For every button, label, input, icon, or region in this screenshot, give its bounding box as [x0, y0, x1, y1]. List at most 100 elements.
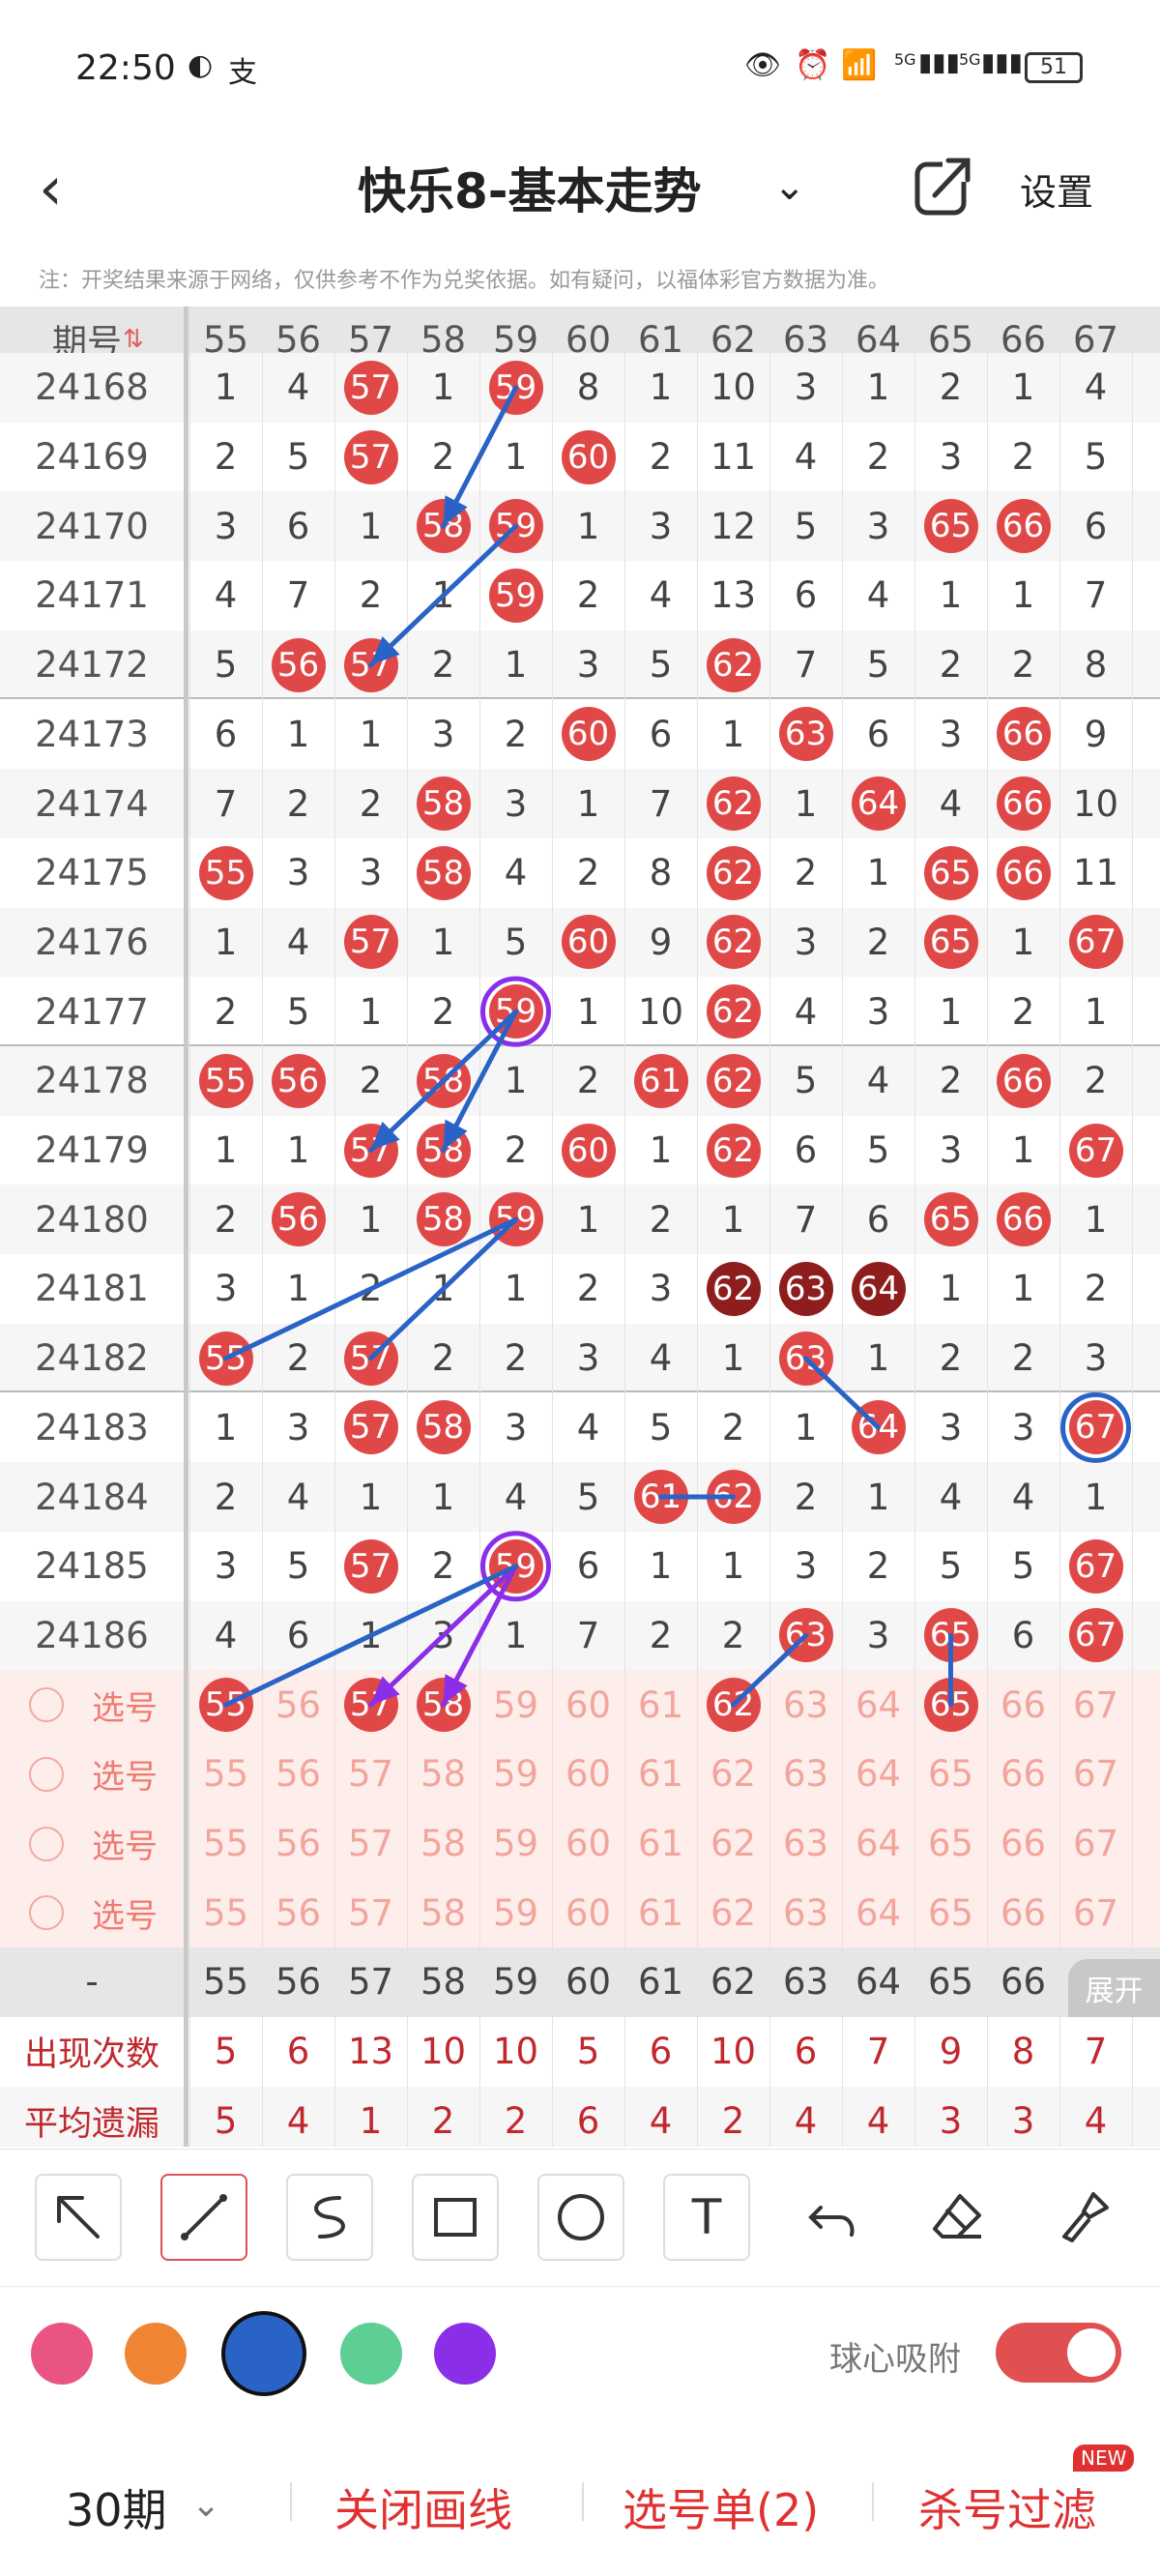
selectable-number[interactable]: 65 — [914, 1809, 987, 1879]
hit-ball[interactable]: 57 — [343, 360, 398, 415]
select-radio[interactable] — [29, 1687, 64, 1723]
page-title[interactable]: 快乐8-基本走势 — [358, 153, 702, 222]
hit-ball[interactable]: 56 — [271, 1053, 326, 1108]
select-label[interactable]: 选号 — [81, 1670, 168, 1740]
selectable-number[interactable]: 61 — [624, 1740, 697, 1809]
select-label[interactable]: 选号 — [81, 1740, 168, 1809]
back-button[interactable]: ‹ — [39, 155, 87, 222]
hit-ball[interactable]: 59 — [488, 984, 543, 1039]
hit-ball[interactable]: 62 — [706, 637, 761, 692]
hit-ball[interactable]: 63 — [778, 1608, 833, 1663]
selectable-number[interactable]: 67 — [1059, 1670, 1132, 1740]
color-swatch-orange[interactable] — [125, 2323, 187, 2385]
hit-ball[interactable]: 57 — [343, 429, 398, 484]
selectable-number[interactable]: 64 — [842, 1740, 914, 1809]
selectable-number[interactable]: 62 — [697, 1878, 769, 1947]
hit-ball[interactable]: 63 — [778, 707, 833, 762]
hit-ball[interactable]: 62 — [706, 776, 761, 832]
color-swatch-green[interactable] — [340, 2323, 402, 2385]
hit-ball[interactable]: 60 — [561, 429, 616, 484]
hit-ball[interactable]: 62 — [706, 1123, 761, 1178]
hit-ball[interactable]: 62 — [706, 915, 761, 970]
curve-tool-icon[interactable] — [286, 2174, 373, 2261]
hit-ball[interactable]: 60 — [561, 1123, 616, 1178]
selected-ball[interactable]: 57 — [343, 1678, 398, 1733]
pick-list-button[interactable]: 选号单(2) — [623, 2475, 819, 2539]
selected-ball[interactable]: 62 — [706, 1678, 761, 1733]
selectable-number[interactable]: 59 — [479, 1670, 552, 1740]
selectable-number[interactable]: 58 — [407, 1809, 479, 1879]
hit-ball[interactable]: 67 — [1068, 915, 1123, 970]
hit-ball[interactable]: 67 — [1068, 1608, 1123, 1663]
selectable-number[interactable]: 61 — [624, 1809, 697, 1879]
selectable-number[interactable]: 64 — [842, 1809, 914, 1879]
hit-ball[interactable]: 65 — [923, 1608, 978, 1663]
hit-ball[interactable]: 64 — [851, 1261, 906, 1316]
hit-ball[interactable]: 61 — [633, 1053, 688, 1108]
selectable-number[interactable]: 59 — [479, 1809, 552, 1879]
text-tool-icon[interactable]: T — [663, 2174, 750, 2261]
hit-ball[interactable]: 66 — [996, 499, 1051, 554]
hit-ball[interactable]: 65 — [923, 1192, 978, 1247]
hit-ball[interactable]: 67 — [1068, 1538, 1123, 1594]
close-lines-button[interactable]: 关闭画线 — [334, 2475, 512, 2539]
selectable-number[interactable]: 63 — [769, 1740, 842, 1809]
filter-button[interactable]: 杀号过滤 — [918, 2475, 1096, 2539]
selectable-number[interactable]: 57 — [334, 1809, 407, 1879]
hit-ball[interactable]: 59 — [488, 1192, 543, 1247]
hit-ball[interactable]: 66 — [996, 1053, 1051, 1108]
hit-ball[interactable]: 55 — [198, 1331, 253, 1386]
hit-ball[interactable]: 62 — [706, 1053, 761, 1108]
hit-ball[interactable]: 55 — [198, 1053, 253, 1108]
selectable-number[interactable]: 66 — [987, 1670, 1059, 1740]
select-label[interactable]: 选号 — [81, 1809, 168, 1879]
arrow-tool-icon[interactable] — [35, 2174, 122, 2261]
expand-button[interactable]: 展开 — [1068, 1959, 1160, 2018]
clear-brush-icon[interactable] — [1040, 2174, 1127, 2261]
snap-toggle[interactable] — [996, 2323, 1121, 2383]
eraser-icon[interactable] — [914, 2174, 1001, 2261]
hit-ball[interactable]: 62 — [706, 1470, 761, 1525]
hit-ball[interactable]: 67 — [1068, 1123, 1123, 1178]
hit-ball[interactable]: 56 — [271, 637, 326, 692]
selectable-number[interactable]: 60 — [552, 1809, 624, 1879]
selectable-number[interactable]: 67 — [1059, 1809, 1132, 1879]
undo-icon[interactable] — [789, 2174, 876, 2261]
hit-ball[interactable]: 58 — [416, 1123, 471, 1178]
hit-ball[interactable]: 57 — [343, 1538, 398, 1594]
selectable-number[interactable]: 62 — [697, 1740, 769, 1809]
hit-ball[interactable]: 64 — [851, 1400, 906, 1455]
hit-ball[interactable]: 60 — [561, 915, 616, 970]
selectable-number[interactable]: 66 — [987, 1740, 1059, 1809]
select-radio[interactable] — [29, 1756, 64, 1792]
selectable-number[interactable]: 56 — [262, 1670, 334, 1740]
selectable-number[interactable]: 56 — [262, 1740, 334, 1809]
chevron-down-icon[interactable]: ⌄ — [773, 164, 806, 209]
selectable-number[interactable]: 59 — [479, 1740, 552, 1809]
hit-ball[interactable]: 58 — [416, 1192, 471, 1247]
hit-ball[interactable]: 59 — [488, 1538, 543, 1594]
hit-ball[interactable]: 66 — [996, 1192, 1051, 1247]
selectable-number[interactable]: 58 — [407, 1878, 479, 1947]
hit-ball[interactable]: 60 — [561, 707, 616, 762]
hit-ball[interactable]: 57 — [343, 1331, 398, 1386]
chevron-down-icon[interactable]: ⌄ — [191, 2485, 220, 2525]
hit-ball[interactable]: 65 — [923, 915, 978, 970]
select-radio[interactable] — [29, 1826, 64, 1861]
hit-ball[interactable]: 67 — [1068, 1400, 1123, 1455]
hit-ball[interactable]: 65 — [923, 845, 978, 900]
hit-ball[interactable]: 62 — [706, 984, 761, 1039]
selected-ball[interactable]: 58 — [416, 1678, 471, 1733]
selectable-number[interactable]: 55 — [189, 1740, 262, 1809]
selectable-number[interactable]: 65 — [914, 1740, 987, 1809]
selectable-number[interactable]: 67 — [1059, 1740, 1132, 1809]
color-swatch-purple[interactable] — [434, 2323, 496, 2385]
hit-ball[interactable]: 62 — [706, 845, 761, 900]
selectable-number[interactable]: 59 — [479, 1878, 552, 1947]
selectable-number[interactable]: 67 — [1059, 1878, 1132, 1947]
hit-ball[interactable]: 66 — [996, 707, 1051, 762]
hit-ball[interactable]: 57 — [343, 915, 398, 970]
hit-ball[interactable]: 58 — [416, 499, 471, 554]
hit-ball[interactable]: 63 — [778, 1331, 833, 1386]
selectable-number[interactable]: 63 — [769, 1809, 842, 1879]
